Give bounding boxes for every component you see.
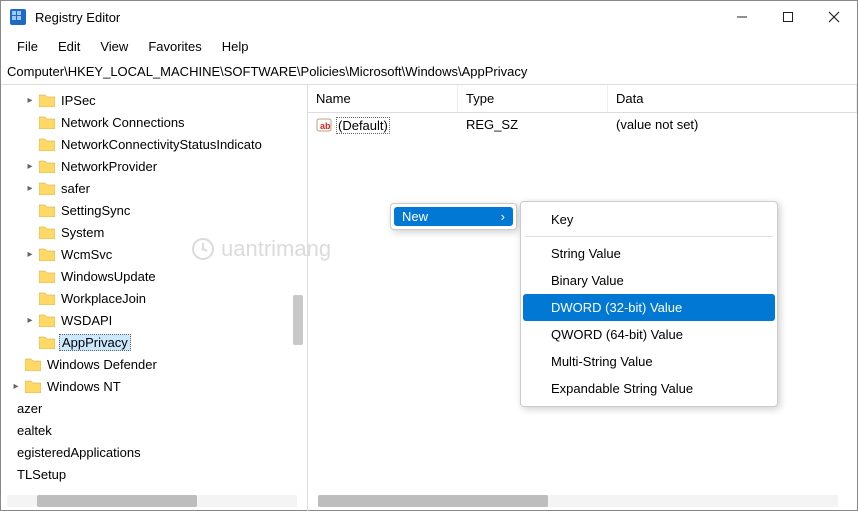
ctx-item[interactable]: String Value: [523, 240, 775, 267]
regedit-icon: [9, 8, 27, 26]
chevron-icon[interactable]: ▸: [9, 381, 23, 392]
menubar: File Edit View Favorites Help: [1, 33, 857, 59]
ctx-new-label: New: [402, 209, 428, 224]
tree-item[interactable]: ▸ safer: [1, 177, 307, 199]
tree-item-label: System: [59, 225, 104, 240]
tree-item[interactable]: ealtek: [1, 419, 307, 441]
tree-item-label: azer: [15, 401, 42, 416]
list-row[interactable]: ab (Default) REG_SZ(value not set): [308, 113, 857, 140]
tree-vscrollbar[interactable]: [293, 295, 303, 345]
tree-item[interactable]: ▸ Windows NT: [1, 375, 307, 397]
submenu-arrow-icon: ›: [501, 209, 505, 224]
tree-item[interactable]: egisteredApplications: [1, 441, 307, 463]
tree-item-label: Windows Defender: [45, 357, 157, 372]
folder-icon: [39, 269, 55, 283]
chevron-icon[interactable]: ▸: [23, 95, 37, 106]
tree-hscrollbar[interactable]: [7, 495, 297, 507]
tree-item-label: ealtek: [15, 423, 52, 438]
folder-icon: [39, 313, 55, 327]
folder-icon: [39, 137, 55, 151]
tree-item-label: SettingSync: [59, 203, 130, 218]
tree-item-label: safer: [59, 181, 90, 196]
menu-file[interactable]: File: [7, 36, 48, 57]
value-name: (Default): [336, 117, 390, 134]
folder-icon: [39, 225, 55, 239]
chevron-icon[interactable]: ▸: [23, 183, 37, 194]
menu-separator: [525, 236, 773, 237]
menu-help[interactable]: Help: [212, 36, 259, 57]
col-data[interactable]: Data: [608, 85, 857, 112]
maximize-button[interactable]: [765, 1, 811, 33]
ctx-item[interactable]: Expandable String Value: [523, 375, 775, 402]
ctx-item[interactable]: Multi-String Value: [523, 348, 775, 375]
context-submenu-new: Key String ValueBinary ValueDWORD (32-bit…: [520, 201, 778, 407]
address-bar[interactable]: Computer\HKEY_LOCAL_MACHINE\SOFTWARE\Pol…: [1, 59, 857, 85]
tree-item-label: WindowsUpdate: [59, 269, 156, 284]
col-type[interactable]: Type: [458, 85, 608, 112]
menu-view[interactable]: View: [90, 36, 138, 57]
value-type: REG_SZ: [458, 117, 608, 136]
tree-item[interactable]: WorkplaceJoin: [1, 287, 307, 309]
folder-icon: [39, 291, 55, 305]
tree-item-label: IPSec: [59, 93, 96, 108]
tree-item[interactable]: WindowsUpdate: [1, 265, 307, 287]
folder-icon: [39, 93, 55, 107]
tree-item[interactable]: ▸ NetworkProvider: [1, 155, 307, 177]
tree-item[interactable]: azer: [1, 397, 307, 419]
ctx-item[interactable]: DWORD (32-bit) Value: [523, 294, 775, 321]
tree-item[interactable]: ▸ WcmSvc: [1, 243, 307, 265]
tree-item-label: NetworkProvider: [59, 159, 157, 174]
tree-item-label: Windows NT: [45, 379, 121, 394]
tree-item[interactable]: SettingSync: [1, 199, 307, 221]
folder-icon: [39, 159, 55, 173]
tree-item-label: Network Connections: [59, 115, 185, 130]
tree-panel: ▸ IPSec Network Connections NetworkConnecti…: [1, 85, 308, 511]
chevron-icon[interactable]: ▸: [23, 315, 37, 326]
titlebar: Registry Editor: [1, 1, 857, 33]
window-title: Registry Editor: [35, 10, 719, 25]
tree-item-label: AppPrivacy: [59, 334, 131, 351]
folder-icon: [39, 115, 55, 129]
folder-icon: [39, 203, 55, 217]
minimize-button[interactable]: [719, 1, 765, 33]
tree-item[interactable]: AppPrivacy: [1, 331, 307, 353]
folder-icon: [39, 181, 55, 195]
folder-icon: [39, 335, 55, 349]
tree-item[interactable]: System: [1, 221, 307, 243]
close-button[interactable]: [811, 1, 857, 33]
folder-icon: [25, 379, 41, 393]
list-hscrollbar[interactable]: [318, 495, 838, 507]
tree-item-label: WorkplaceJoin: [59, 291, 146, 306]
ctx-item[interactable]: QWORD (64-bit) Value: [523, 321, 775, 348]
tree-item-label: WSDAPI: [59, 313, 112, 328]
col-name[interactable]: Name: [308, 85, 458, 112]
tree-item-label: WcmSvc: [59, 247, 112, 262]
chevron-icon[interactable]: ▸: [23, 161, 37, 172]
tree-item[interactable]: ▸ WSDAPI: [1, 309, 307, 331]
tree-item[interactable]: NetworkConnectivityStatusIndicato: [1, 133, 307, 155]
folder-icon: [39, 247, 55, 261]
menu-favorites[interactable]: Favorites: [138, 36, 211, 57]
ctx-new-item[interactable]: New ›: [394, 207, 513, 226]
value-data: (value not set): [608, 117, 857, 136]
ctx-item[interactable]: Key: [523, 206, 775, 233]
string-value-icon: ab: [316, 121, 332, 136]
tree-item-label: NetworkConnectivityStatusIndicato: [59, 137, 262, 152]
tree-item-label: egisteredApplications: [15, 445, 141, 460]
tree-item[interactable]: Network Connections: [1, 111, 307, 133]
tree-item-label: TLSetup: [15, 467, 66, 482]
ctx-item[interactable]: Binary Value: [523, 267, 775, 294]
svg-text:ab: ab: [320, 121, 331, 131]
address-path: Computer\HKEY_LOCAL_MACHINE\SOFTWARE\Pol…: [7, 64, 851, 79]
tree-item[interactable]: ▸ IPSec: [1, 89, 307, 111]
tree-item[interactable]: TLSetup: [1, 463, 307, 485]
tree-item[interactable]: Windows Defender: [1, 353, 307, 375]
context-menu-new: New ›: [390, 203, 517, 230]
folder-icon: [25, 357, 41, 371]
chevron-icon[interactable]: ▸: [23, 249, 37, 260]
menu-edit[interactable]: Edit: [48, 36, 90, 57]
list-header: Name Type Data: [308, 85, 857, 113]
